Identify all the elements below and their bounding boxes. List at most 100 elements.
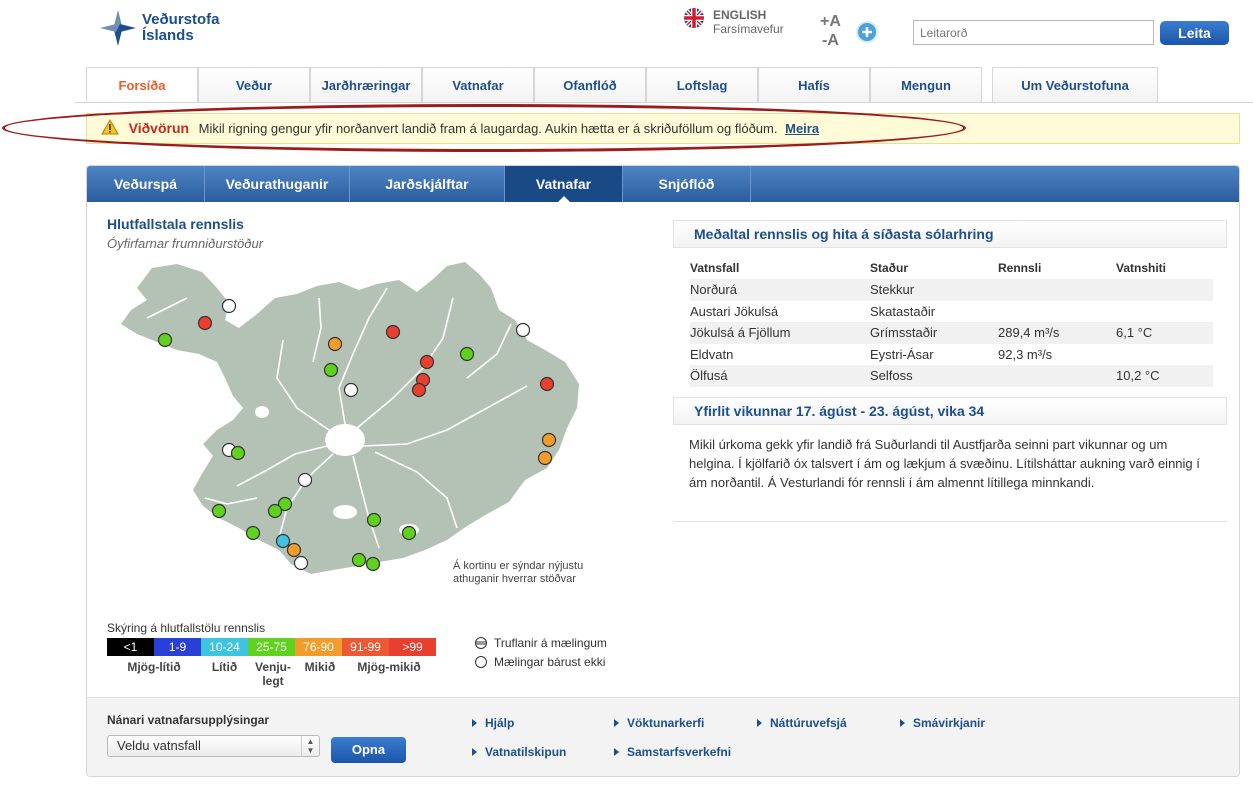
- legend-disturbed: Truflanir á mælingum: [475, 636, 607, 650]
- subtab-vatnafar[interactable]: Vatnafar: [505, 166, 623, 202]
- tab-vatnafar[interactable]: Vatnafar: [422, 67, 534, 103]
- footer-link-label: Samstarfsverkefni: [627, 745, 732, 759]
- warning-icon: [101, 119, 119, 135]
- table-cell: 6,1 °C: [1116, 322, 1213, 344]
- subtab-snjoflod[interactable]: Snjóflóð: [623, 166, 751, 202]
- station-marker[interactable]: [401, 525, 417, 541]
- legend-cell: 1-9: [154, 638, 201, 656]
- table-cell: [998, 301, 1116, 323]
- table-cell: Eldvatn: [690, 346, 734, 362]
- tab-jardhraeringar[interactable]: Jarðhræringar: [310, 67, 422, 103]
- station-marker[interactable]: [539, 376, 555, 392]
- column-header: Vatnshiti: [1116, 261, 1167, 275]
- warning-more-link[interactable]: Meira: [785, 121, 819, 136]
- logo-line-1: Veðurstofa: [142, 11, 220, 28]
- station-marker-missing[interactable]: [221, 298, 237, 314]
- subtab-vedurathuganir[interactable]: Veðurathuganir: [205, 166, 350, 202]
- station-marker-missing[interactable]: [515, 322, 531, 338]
- tab-hafis[interactable]: Hafís: [758, 67, 870, 103]
- station-marker[interactable]: [211, 503, 227, 519]
- open-button[interactable]: Opna: [331, 737, 406, 763]
- arrow-right-icon: [472, 719, 477, 727]
- map-glacier: [255, 406, 269, 418]
- table-header-row: Vatnsfall Staður Rennsli Vatnshiti: [690, 257, 1213, 279]
- tab-vedur[interactable]: Veður: [198, 67, 310, 103]
- table-row: Norðurá Stekkur: [690, 279, 1213, 301]
- arrow-right-icon: [900, 719, 905, 727]
- footer-link-natturuvefsja[interactable]: Náttúruvefsjá: [757, 716, 847, 730]
- station-marker[interactable]: [537, 450, 553, 466]
- footer-title: Nánari vatnafarsupplýsingar: [107, 713, 270, 727]
- font-increase-button[interactable]: +A: [820, 12, 841, 31]
- tab-forsida[interactable]: Forsíða: [86, 67, 198, 103]
- legend-missing: Mælingar bárust ekki: [475, 655, 605, 669]
- tab-um-vedurstofuna[interactable]: Um Veðurstofuna: [992, 67, 1158, 103]
- station-marker-missing[interactable]: [293, 555, 309, 571]
- station-marker[interactable]: [365, 556, 381, 572]
- subtab-jardskjalftar[interactable]: Jarðskjálftar: [350, 166, 505, 202]
- station-marker[interactable]: [275, 533, 291, 549]
- station-marker-missing[interactable]: [343, 382, 359, 398]
- station-marker[interactable]: [411, 382, 427, 398]
- search-input[interactable]: [913, 20, 1154, 45]
- station-marker[interactable]: [197, 315, 213, 331]
- subtab-vedurspa[interactable]: Veðurspá: [87, 166, 205, 202]
- plus-circle-icon[interactable]: [856, 21, 878, 43]
- station-marker[interactable]: [385, 324, 401, 340]
- table-cell: 289,4 m³/s: [998, 322, 1116, 344]
- legend-class-label: Mjög-lítið: [127, 660, 181, 674]
- table-cell: Norðurá: [690, 279, 870, 301]
- station-marker[interactable]: [230, 445, 246, 461]
- river-select[interactable]: Veldu vatnsfall ▲ ▼: [107, 735, 320, 757]
- table-row: Eldvatn Eystri-Ásar 92,3 m³/s: [690, 344, 1213, 366]
- weekly-divider: [673, 521, 1227, 522]
- table-cell: [1116, 301, 1213, 323]
- footer-link-label: Vatnatilskipun: [485, 745, 567, 759]
- station-marker[interactable]: [366, 512, 382, 528]
- map-title: Hlutfallstala rennslis: [107, 216, 244, 232]
- station-marker[interactable]: [267, 503, 283, 519]
- station-marker[interactable]: [419, 354, 435, 370]
- footer-link-hjalp[interactable]: Hjálp: [472, 716, 514, 730]
- footer-link-vatnatilskipun[interactable]: Vatnatilskipun: [472, 745, 566, 759]
- tab-mengun[interactable]: Mengun: [870, 67, 982, 103]
- tab-loftslag[interactable]: Loftslag: [646, 67, 758, 103]
- table-cell: [1116, 344, 1213, 366]
- site-logo[interactable]: Veðurstofa Íslands: [98, 8, 220, 48]
- font-decrease-button[interactable]: -A: [820, 31, 841, 50]
- logo-line-2: Íslands: [142, 27, 194, 44]
- footer-link-label: Náttúruvefsjá: [770, 716, 847, 730]
- footer-link-smavirkjanir[interactable]: Smávirkjanir: [900, 716, 985, 730]
- column-header: Staður: [870, 261, 909, 275]
- legend-cell: <1: [107, 638, 154, 656]
- station-marker[interactable]: [327, 336, 343, 352]
- footer-link-samstarfsverkefni[interactable]: Samstarfsverkefni: [614, 745, 731, 759]
- station-marker[interactable]: [286, 542, 302, 558]
- legend-class-label: Venju-legt: [254, 660, 291, 688]
- arrow-right-icon: [614, 719, 619, 727]
- map-subtitle: Óyfirfarnar frumniðurstöður: [107, 236, 264, 251]
- station-marker[interactable]: [323, 362, 339, 378]
- legend-cell: 91-99: [342, 638, 389, 656]
- flow-table: Vatnsfall Staður Rennsli Vatnshiti Norðu…: [690, 257, 1213, 387]
- station-marker[interactable]: [541, 432, 557, 448]
- flow-box-title: Meðaltal rennslis og hita á síðasta sóla…: [673, 220, 1227, 248]
- footer-link-label: Hjálp: [485, 716, 515, 730]
- tab-ofanflod[interactable]: Ofanflóð: [534, 67, 646, 103]
- mobile-site-link[interactable]: Farsímavefur: [713, 22, 784, 36]
- english-link[interactable]: ENGLISH: [713, 8, 766, 22]
- legend-class-label: Mikið: [304, 660, 336, 674]
- table-cell: Skatastaðir: [870, 303, 936, 319]
- station-marker[interactable]: [459, 346, 475, 362]
- language-switch[interactable]: ENGLISH Farsímavefur: [684, 8, 784, 36]
- nav-divider: [75, 102, 1253, 103]
- station-marker[interactable]: [157, 332, 173, 348]
- station-marker[interactable]: [245, 525, 261, 541]
- table-row: Ölfusá Selfoss 10,2 °C: [690, 365, 1213, 387]
- station-marker[interactable]: [351, 552, 367, 568]
- search-button[interactable]: Leita: [1160, 21, 1229, 45]
- station-marker-missing[interactable]: [297, 472, 313, 488]
- legend-cell: >99: [389, 638, 436, 656]
- footer-link-voktunarkerfi[interactable]: Vöktunarkerfi: [614, 716, 704, 730]
- disturbed-symbol-icon: [475, 637, 487, 649]
